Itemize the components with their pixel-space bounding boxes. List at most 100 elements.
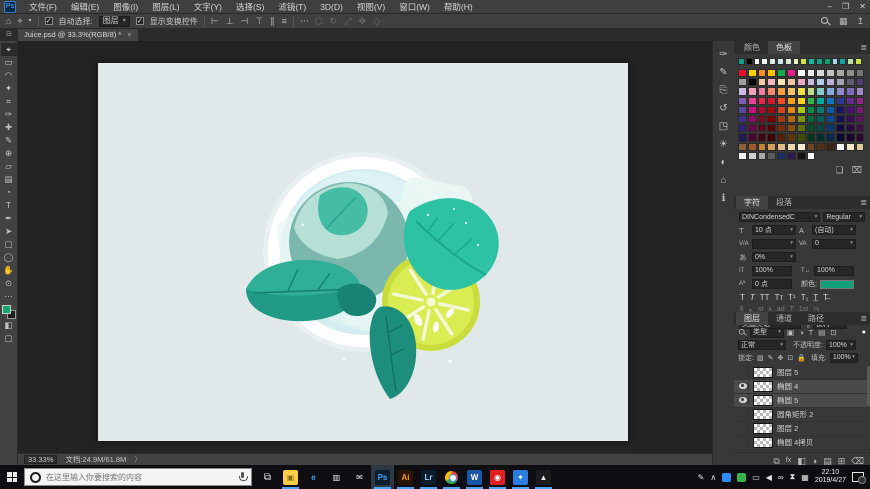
type-style-button-2[interactable]: TT [760,293,770,302]
document-tab[interactable]: Juice.psd @ 33.3%(RGB/8) * × [18,29,138,41]
color-swatch[interactable] [787,78,796,86]
visibility-toggle[interactable] [737,423,749,433]
color-swatch[interactable] [856,87,865,95]
auto-select-checkbox[interactable]: ✓ [45,17,53,25]
color-swatch[interactable] [846,115,855,123]
color-swatch[interactable] [816,69,825,77]
color-swatch[interactable] [807,143,816,151]
color-swatch[interactable] [787,124,796,132]
history-icon[interactable]: ↺ [719,103,727,114]
color-swatch[interactable] [797,87,806,95]
move-tool-options-icon[interactable]: ⌖ [17,15,22,27]
color-swatch[interactable] [836,97,845,105]
layer-row[interactable]: 椭圆 4 [734,380,870,394]
3d-mode-icon[interactable]: ↻ [330,15,338,27]
tab-路径[interactable]: 路径 [800,312,832,325]
color-swatch[interactable] [738,152,747,160]
color-swatch[interactable] [738,87,747,95]
photoshop-icon[interactable]: Ps [371,465,394,489]
auto-select-dropdown[interactable]: 图层▾ [99,16,130,27]
eyedropper-tool-icon[interactable]: ✑ [1,108,17,121]
sync-tray-icon[interactable]: ⧗ [790,472,796,482]
photos-icon[interactable]: ▲ [532,465,555,489]
visibility-toggle[interactable] [737,437,749,447]
font-style-field[interactable]: Regular▾ [823,212,865,222]
font-family-field[interactable]: DINCondensedC▾ [739,212,820,222]
color-swatch[interactable] [758,106,767,114]
color-swatch[interactable] [767,78,776,86]
color-swatch[interactable] [777,124,786,132]
recent-swatch[interactable] [847,58,854,65]
action-center-icon[interactable] [852,472,864,482]
align-icon[interactable]: ⊥ [226,15,234,27]
hand-tool-icon[interactable]: ✋ [1,264,17,277]
recent-swatch[interactable] [761,58,768,65]
text-color-swatch[interactable] [820,280,854,289]
recent-swatch[interactable] [816,58,823,65]
color-swatch[interactable] [787,143,796,151]
recent-swatch[interactable] [832,58,839,65]
chrome-icon[interactable] [440,465,463,489]
color-swatch[interactable] [777,115,786,123]
color-swatch[interactable] [787,106,796,114]
color-swatch[interactable] [767,97,776,105]
color-swatch[interactable] [748,69,757,77]
color-swatch[interactable] [787,115,796,123]
color-swatch[interactable] [748,78,757,86]
lock-icon[interactable]: ✥ [777,354,783,362]
3d-mode-icon[interactable]: ◇ [373,15,380,27]
layer-filter-icon[interactable]: ▤ [818,328,825,337]
recent-swatch[interactable] [777,58,784,65]
search-input[interactable] [46,473,234,482]
visibility-toggle[interactable] [737,367,749,377]
store-icon[interactable]: ▥ [325,465,348,489]
color-swatch[interactable] [807,78,816,86]
type-style-button-1[interactable]: T [750,293,755,302]
path-select-tool-icon[interactable]: ➤ [1,225,17,238]
zoom-level-field[interactable]: 33.33% [24,455,57,464]
color-swatch[interactable] [797,143,806,151]
brushes-icon[interactable]: ✎ [719,67,727,78]
lock-icon[interactable]: 🔒 [797,354,806,362]
tab-色板[interactable]: 色板 [768,41,800,54]
taskbar-clock[interactable]: 22:10 2019/4/27 [815,469,846,485]
learn-icon[interactable]: ☀ [719,139,728,150]
color-swatch[interactable] [826,97,835,105]
color-swatch[interactable] [748,106,757,114]
color-swatch[interactable] [836,69,845,77]
crop-tool-icon[interactable]: ⌗ [1,95,17,108]
align-icon[interactable]: ⊤ [255,15,263,27]
edit-toolbar-icon[interactable]: ⋯ [1,290,17,303]
minimize-button[interactable]: – [828,0,832,13]
color-swatch[interactable] [738,97,747,105]
home-icon[interactable]: ⌂ [6,15,11,27]
color-swatch[interactable] [816,124,825,132]
libraries-icon[interactable]: ⌂ [720,175,726,186]
baseline-shift-field[interactable]: 0 点 [752,279,792,289]
close-button[interactable]: ✕ [859,0,866,13]
ellipse-tool-icon[interactable]: ◯ [1,251,17,264]
color-swatch[interactable] [846,124,855,132]
color-swatch[interactable] [856,133,865,141]
safety-app-icon[interactable]: ◉ [486,465,509,489]
color-swatch[interactable] [826,106,835,114]
color-swatch[interactable] [856,97,865,105]
layer-filter-icon[interactable]: ▣ [787,328,794,337]
canvas-pasteboard[interactable] [18,41,712,453]
delete-swatch-icon[interactable]: ⌧ [852,164,862,176]
align-icon[interactable]: ≡ [282,15,287,27]
blue-app-tray-icon[interactable] [722,473,731,482]
color-swatch[interactable] [777,133,786,141]
color-swatch[interactable] [807,87,816,95]
layer-filter-type-field[interactable]: 类型▾ [750,328,784,338]
recent-swatch[interactable] [793,58,800,65]
color-swatch[interactable] [807,152,816,160]
visibility-toggle[interactable] [737,381,749,391]
color-swatch[interactable] [836,124,845,132]
color-swatch[interactable] [846,133,855,141]
character-panel-menu-icon[interactable]: ≣ [860,198,867,207]
tab-段落[interactable]: 段落 [768,196,800,209]
type-style-button-6[interactable]: T̲ [813,293,818,302]
color-swatch[interactable] [748,124,757,132]
blend-mode-field[interactable]: 正常▾ [738,340,786,350]
